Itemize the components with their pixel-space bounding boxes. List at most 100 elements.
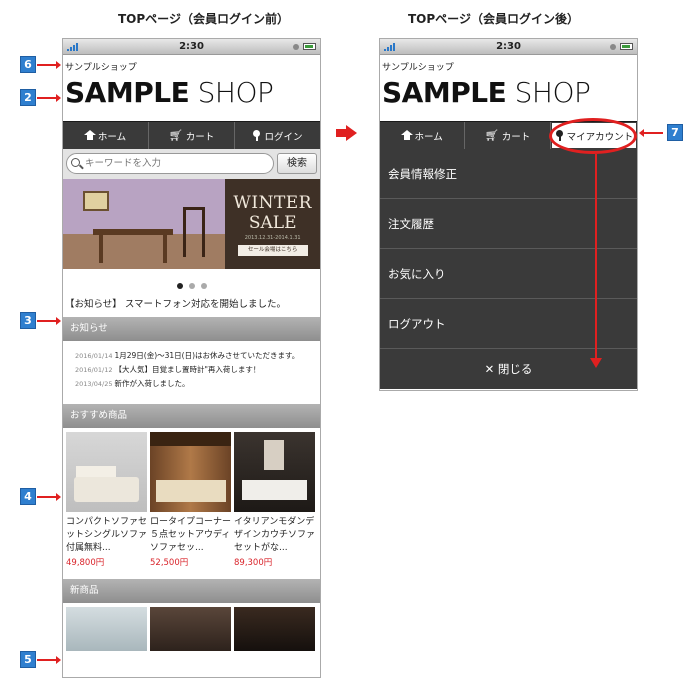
arrow-6: [37, 61, 61, 69]
product-name: ロータイプコーナー５点セットアウディソファセッ...: [150, 517, 232, 553]
product-image: [66, 432, 147, 512]
logo-light: SHOP: [197, 76, 274, 109]
banner-ad: WINTER SALE 2013.12.31-2014.1.31 セール会場はこ…: [225, 179, 320, 269]
news-list: 2016/01/14 1月29日(金)〜31日(日)はお休みさせていただきます。 …: [63, 341, 320, 404]
menu-item-order-history[interactable]: 注文履歴: [380, 199, 637, 249]
product-price: 49,800円: [66, 558, 105, 568]
nav-home[interactable]: ホーム: [380, 122, 466, 149]
cart-icon: 🛒︎: [484, 129, 499, 142]
search-button[interactable]: 検索: [277, 153, 317, 174]
product-price: 52,500円: [150, 558, 189, 568]
arrow-3: [37, 317, 61, 325]
logo-light: SHOP: [514, 76, 591, 109]
badge-3: 3: [20, 312, 36, 329]
menu-item-edit-profile[interactable]: 会員情報修正: [380, 149, 637, 199]
banner-line1: WINTER: [233, 193, 312, 213]
signal-icon: [67, 43, 81, 51]
arrow-4: [37, 493, 61, 501]
menu-item-favorites[interactable]: お気に入り: [380, 249, 637, 299]
carousel-dot[interactable]: [188, 283, 195, 289]
search-icon: [71, 158, 80, 167]
nav-login[interactable]: ログイン: [235, 122, 320, 149]
home-icon: [83, 130, 96, 140]
menu-close-button[interactable]: ✕ 閉じる: [380, 349, 637, 389]
lock-icon: [610, 44, 616, 50]
nav-login-label: ログイン: [264, 131, 303, 143]
product-card[interactable]: イタリアンモダンデザインカウチソファセットがな... 89,300円: [234, 432, 315, 573]
nav-home[interactable]: ホーム: [63, 122, 149, 149]
carousel-dot[interactable]: [176, 283, 183, 289]
badge-7: 7: [667, 124, 683, 141]
close-icon: ✕: [484, 362, 495, 376]
nav-cart[interactable]: 🛒︎ カート: [465, 122, 551, 149]
banner-line2: SALE: [248, 213, 297, 233]
logo-bold: SAMPLE: [65, 76, 190, 109]
phone-before-login: 2:30 サンプルショップ SAMPLE SHOP ホーム 🛒︎ カート ログイン…: [62, 38, 321, 678]
product-list: コンパクトソファセットシングルソファ付属無料... 49,800円 ロータイプコ…: [63, 428, 320, 573]
banner[interactable]: WINTER SALE 2013.12.31-2014.1.31 セール会場はこ…: [63, 179, 320, 269]
product-card[interactable]: ロータイプコーナー５点セットアウディソファセッ... 52,500円: [150, 432, 231, 573]
product-card[interactable]: コンパクトソファセットシングルソファ付属無料... 49,800円: [66, 432, 147, 573]
arrow-2: [37, 94, 61, 102]
carousel-dots: [63, 269, 320, 289]
banner-date: 2013.12.31-2014.1.31: [244, 235, 301, 241]
account-menu: 会員情報修正 注文履歴 お気に入り ログアウト ✕ 閉じる: [380, 149, 637, 389]
new-item-image[interactable]: [150, 607, 231, 651]
shop-name: サンプルショップ: [382, 63, 454, 73]
badge-4: 4: [20, 488, 36, 505]
news-item[interactable]: 2013/04/25 新作が入荷しました。: [75, 377, 320, 391]
shop-logo[interactable]: SAMPLE SHOP: [63, 73, 320, 121]
nav-home-label: ホーム: [97, 131, 127, 143]
transition-arrow-icon: [336, 125, 358, 141]
banner-photo: [63, 179, 226, 269]
product-image: [234, 432, 315, 512]
shop-logo[interactable]: SAMPLE SHOP: [380, 73, 637, 121]
badge-6: 6: [20, 56, 36, 73]
nav-home-label: ホーム: [414, 131, 443, 143]
product-price: 89,300円: [234, 558, 273, 568]
nav-bar: ホーム 🛒︎ カート ログイン: [63, 121, 320, 149]
status-bar: 2:30: [63, 39, 320, 55]
nav-cart[interactable]: 🛒︎ カート: [149, 122, 235, 149]
news-item[interactable]: 2016/01/12 【大人気】目覚まし置時計"再入荷します！: [75, 363, 320, 377]
status-time: 2:30: [496, 41, 521, 52]
arrow-5: [37, 656, 61, 664]
search-input[interactable]: [66, 153, 274, 174]
search-bar: 検索: [63, 149, 320, 179]
menu-close-label: 閉じる: [497, 362, 533, 376]
lock-icon: [293, 44, 299, 50]
section-recommended: おすすめ商品: [63, 404, 320, 428]
section-news: お知らせ: [63, 317, 320, 341]
arrow-7: [639, 129, 663, 137]
product-name: コンパクトソファセットシングルソファ付属無料...: [66, 517, 148, 553]
battery-icon: [620, 43, 633, 50]
new-item-image[interactable]: [234, 607, 315, 651]
status-time: 2:30: [179, 41, 204, 52]
highlight-ellipse: [549, 118, 637, 154]
carousel-dot[interactable]: [200, 283, 207, 289]
left-panel-title: TOPページ（会員ログイン前）: [118, 12, 289, 26]
highlight-line: [595, 154, 597, 359]
home-icon: [400, 130, 413, 140]
badge-2: 2: [20, 89, 36, 106]
cart-icon: 🛒︎: [168, 129, 183, 142]
banner-button[interactable]: セール会場はこちら: [237, 245, 308, 256]
status-bar: 2:30: [380, 39, 637, 55]
product-image: [150, 432, 231, 512]
signal-icon: [384, 43, 398, 51]
new-item-list: [63, 603, 320, 651]
shop-name: サンプルショップ: [65, 63, 137, 73]
badge-5: 5: [20, 651, 36, 668]
battery-icon: [303, 43, 316, 50]
menu-item-logout[interactable]: ログアウト: [380, 299, 637, 349]
highlight-arrowhead: [590, 358, 602, 368]
phone-after-login: 2:30 サンプルショップ SAMPLE SHOP ホーム 🛒︎ カート マイアカ…: [379, 38, 638, 391]
nav-cart-label: カート: [501, 131, 531, 143]
news-item[interactable]: 2016/01/14 1月29日(金)〜31日(日)はお休みさせていただきます。: [75, 349, 320, 363]
section-new-items: 新商品: [63, 579, 320, 603]
logo-bold: SAMPLE: [382, 76, 507, 109]
nav-cart-label: カート: [185, 131, 215, 143]
right-panel-title: TOPページ（会員ログイン後）: [408, 12, 579, 26]
new-item-image[interactable]: [66, 607, 147, 651]
key-icon: [252, 130, 261, 141]
